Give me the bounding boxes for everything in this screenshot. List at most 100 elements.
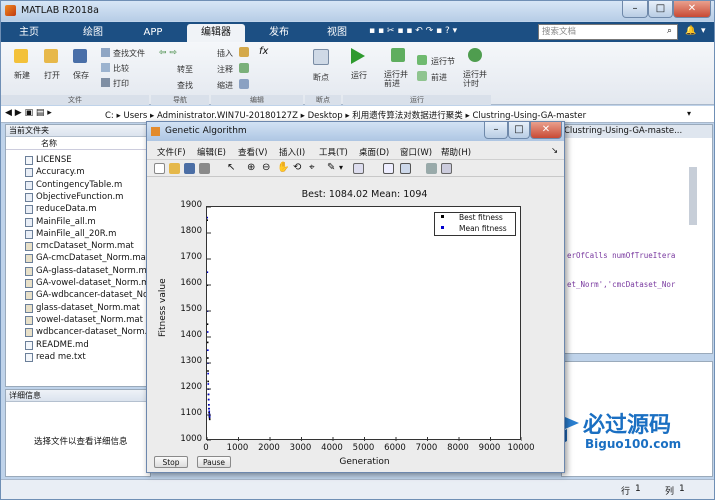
notification-icon[interactable]: 🔔	[685, 26, 696, 36]
open-folder-icon[interactable]	[44, 49, 58, 63]
breadcrumb-project[interactable]: Clustring-Using-GA-master	[472, 111, 586, 121]
open-file-icon[interactable]	[169, 163, 180, 174]
pointer-icon[interactable]: ↖	[227, 162, 235, 173]
menu-desktop[interactable]: 桌面(D)	[359, 146, 389, 158]
zoom-in-icon[interactable]: ⊕	[247, 162, 255, 173]
menu-file[interactable]: 文件(F)	[157, 146, 186, 158]
run-time-button[interactable]: 运行并 计时	[463, 70, 487, 88]
pan-icon[interactable]: ✋	[277, 162, 289, 173]
file-item[interactable]: reduceData.m	[25, 203, 97, 215]
new-icon[interactable]	[14, 49, 28, 63]
new-button[interactable]: 新建	[14, 70, 30, 81]
tab-publish[interactable]: 发布	[259, 24, 299, 42]
breadcrumb-folder[interactable]: 利用遗传算法对数据进行聚类	[352, 111, 463, 121]
tab-view[interactable]: 视图	[317, 24, 357, 42]
run-advance-icon[interactable]	[391, 48, 405, 62]
menu-insert[interactable]: 插入(I)	[279, 146, 305, 158]
file-item[interactable]: wdbcancer-dataset_Norm.mat	[25, 326, 164, 338]
colorbar-icon[interactable]	[383, 163, 394, 174]
hide-plot-tools-icon[interactable]	[426, 163, 437, 174]
file-item[interactable]: LICENSE	[25, 154, 72, 166]
comment-button[interactable]: 注释	[217, 64, 233, 75]
indent-button[interactable]: 缩进	[217, 80, 233, 91]
close-button[interactable]: ✕	[673, 1, 711, 18]
file-item[interactable]: cmcDataset_Norm.mat	[25, 240, 134, 252]
ga-maximize-button[interactable]: □	[508, 122, 530, 139]
breadcrumb-c[interactable]: C:	[105, 111, 114, 121]
file-item[interactable]: read me.txt	[25, 351, 86, 363]
breakpoints-button[interactable]: 断点	[313, 72, 329, 83]
file-item[interactable]: GA-vowel-dataset_Norm.mat	[25, 277, 158, 289]
file-name: glass-dataset_Norm.mat	[36, 302, 140, 313]
print-button[interactable]: 打印	[113, 78, 129, 89]
run-icon[interactable]	[351, 48, 365, 64]
menu-tools[interactable]: 工具(T)	[319, 146, 348, 158]
breakpoints-icon[interactable]	[313, 49, 329, 65]
file-item[interactable]: GA-glass-dataset_Norm.mat	[25, 265, 155, 277]
menu-dock-icon[interactable]: ↘	[551, 146, 558, 156]
goto-button[interactable]: 转至	[177, 64, 193, 75]
file-item[interactable]: GA-cmcDataset_Norm.mat	[25, 252, 149, 264]
run-advance-button[interactable]: 运行并 前进	[384, 70, 408, 88]
file-item[interactable]: README.md	[25, 339, 89, 351]
run-section-button[interactable]: 运行节	[431, 56, 455, 67]
save-button[interactable]: 保存	[73, 70, 89, 81]
open-button[interactable]: 打开	[44, 70, 60, 81]
link-plot-icon[interactable]	[353, 163, 364, 174]
breadcrumb-desktop[interactable]: Desktop	[308, 111, 343, 121]
file-item[interactable]: Accuracy.m	[25, 166, 85, 178]
file-item[interactable]: ContingencyTable.m	[25, 179, 122, 191]
save-figure-icon[interactable]	[184, 163, 195, 174]
compare-button[interactable]: 比较	[113, 63, 129, 74]
search-icon[interactable]: ⌕	[667, 26, 672, 36]
legend-icon[interactable]	[400, 163, 411, 174]
new-figure-icon[interactable]	[154, 163, 165, 174]
fx-button[interactable]: fx	[259, 46, 268, 57]
run-button[interactable]: 运行	[351, 70, 367, 81]
editor-scrollbar[interactable]	[689, 167, 697, 225]
editor-tab-title[interactable]: Clustring-Using-GA-maste...	[562, 125, 712, 138]
brush-icon[interactable]: ✎	[327, 162, 335, 173]
file-item[interactable]: MainFile_all.m	[25, 216, 96, 228]
menu-view[interactable]: 查看(V)	[238, 146, 267, 158]
menu-help[interactable]: 帮助(H)	[441, 146, 471, 158]
nav-arrows-icon[interactable]: ◀ ▶ ▣ ▤ ▸	[5, 108, 52, 118]
column-name-header[interactable]: 名称	[6, 138, 150, 150]
save-icon[interactable]	[73, 49, 87, 63]
show-plot-tools-icon[interactable]	[441, 163, 452, 174]
menu-window[interactable]: 窗口(W)	[400, 146, 432, 158]
find-files-button[interactable]: 查找文件	[113, 48, 145, 59]
insert-button[interactable]: 插入	[217, 48, 233, 59]
menu-edit[interactable]: 编辑(E)	[197, 146, 226, 158]
file-item[interactable]: glass-dataset_Norm.mat	[25, 302, 140, 314]
data-cursor-icon[interactable]: ⌖	[309, 162, 315, 173]
brush-dropdown-icon[interactable]: ▾	[339, 163, 343, 172]
quick-access-toolbar[interactable]: ▪ ▪ ✂ ▪ ▪ ↶ ↷ ▪ ? ▾	[369, 26, 457, 36]
stop-button[interactable]: Stop	[154, 456, 188, 468]
file-item[interactable]: ObjectiveFunction.m	[25, 191, 123, 203]
file-item[interactable]: MainFile_all_20R.m	[25, 228, 116, 240]
ga-minimize-button[interactable]: –	[484, 122, 508, 139]
run-time-icon[interactable]	[468, 48, 482, 62]
ga-close-button[interactable]: ✕	[530, 122, 562, 139]
tab-editor[interactable]: 编辑器	[187, 24, 245, 42]
find-button[interactable]: 查找	[177, 80, 193, 91]
file-item[interactable]: vowel-dataset_Norm.mat	[25, 314, 143, 326]
zoom-out-icon[interactable]: ⊖	[262, 162, 270, 173]
print-figure-icon[interactable]	[199, 163, 210, 174]
expand-icon[interactable]: ▾	[701, 26, 706, 36]
breadcrumb-admin[interactable]: Administrator.WIN7U-20180127Z	[157, 111, 298, 121]
minimize-button[interactable]: –	[622, 1, 648, 18]
maximize-button[interactable]: □	[648, 1, 673, 18]
tab-apps[interactable]: APP	[133, 24, 173, 42]
tab-home[interactable]: 主页	[9, 24, 49, 42]
path-dropdown-icon[interactable]: ▾	[687, 109, 691, 118]
status-col: 1	[679, 484, 685, 494]
nav-back-icon[interactable]: ⇦ ⇨	[159, 48, 177, 58]
search-input[interactable]: 搜索文档	[538, 24, 678, 40]
pause-button[interactable]: Pause	[197, 456, 231, 468]
breadcrumb-users[interactable]: Users	[123, 111, 147, 121]
rotate-icon[interactable]: ⟲	[293, 162, 301, 173]
tab-plots[interactable]: 绘图	[73, 24, 113, 42]
advance-button[interactable]: 前进	[431, 72, 447, 83]
